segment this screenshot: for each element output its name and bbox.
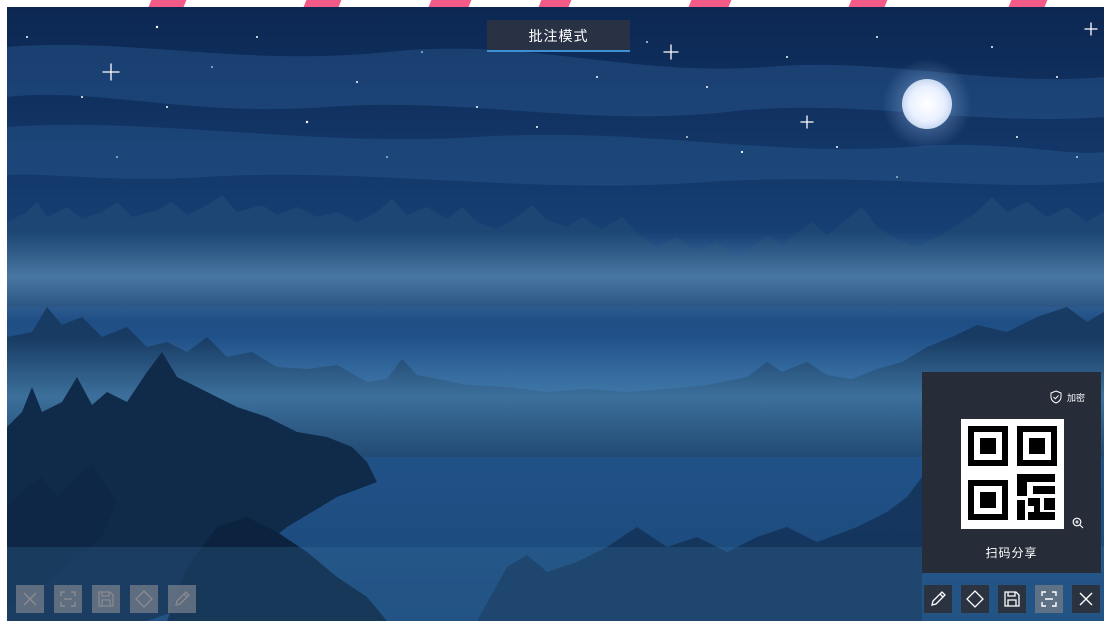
eraser-icon — [966, 590, 984, 608]
left-toolbar — [16, 585, 196, 613]
encrypt-label: 加密 — [1066, 393, 1085, 404]
save-button[interactable] — [998, 585, 1026, 613]
close-icon — [1079, 592, 1093, 606]
qr-code — [961, 419, 1064, 529]
encrypt-toggle[interactable]: 加密 — [1049, 390, 1085, 404]
close-button[interactable] — [1072, 585, 1100, 613]
decor-stripe — [688, 0, 732, 7]
fullscreen-icon — [1041, 591, 1057, 607]
mode-title: 批注模式 — [528, 29, 589, 45]
eraser-icon — [135, 590, 153, 608]
zoom-in-icon[interactable] — [1072, 517, 1084, 529]
fullscreen-icon — [60, 591, 76, 607]
decor-stripe — [428, 0, 472, 7]
eraser-button-disabled[interactable] — [130, 585, 158, 613]
decor-stripe — [148, 0, 187, 7]
close-icon — [23, 592, 37, 606]
right-toolbar — [924, 585, 1100, 613]
save-icon — [1004, 591, 1020, 607]
save-button-disabled[interactable] — [92, 585, 120, 613]
shield-check-icon — [1050, 390, 1062, 404]
pen-icon — [931, 591, 946, 606]
scan-share-label: 扫码分享 — [985, 546, 1038, 560]
decor-stripe — [538, 0, 572, 7]
pen-button[interactable] — [924, 585, 952, 613]
eraser-button[interactable] — [961, 585, 989, 613]
pen-button-disabled[interactable] — [168, 585, 196, 613]
decor-stripe — [303, 0, 342, 7]
qr-code-image — [966, 424, 1059, 524]
annotation-screen: 批注模式 加密 扫码分享 — [0, 0, 1108, 628]
annotation-mode-banner: 批注模式 — [487, 20, 630, 52]
fullscreen-button[interactable] — [1035, 585, 1063, 613]
close-button-disabled[interactable] — [16, 585, 44, 613]
decor-stripe — [848, 0, 888, 7]
decor-stripe — [1008, 0, 1048, 7]
share-panel: 加密 扫码分享 — [922, 372, 1101, 573]
fullscreen-button-disabled[interactable] — [54, 585, 82, 613]
save-icon — [98, 591, 114, 607]
pen-icon — [175, 591, 190, 606]
